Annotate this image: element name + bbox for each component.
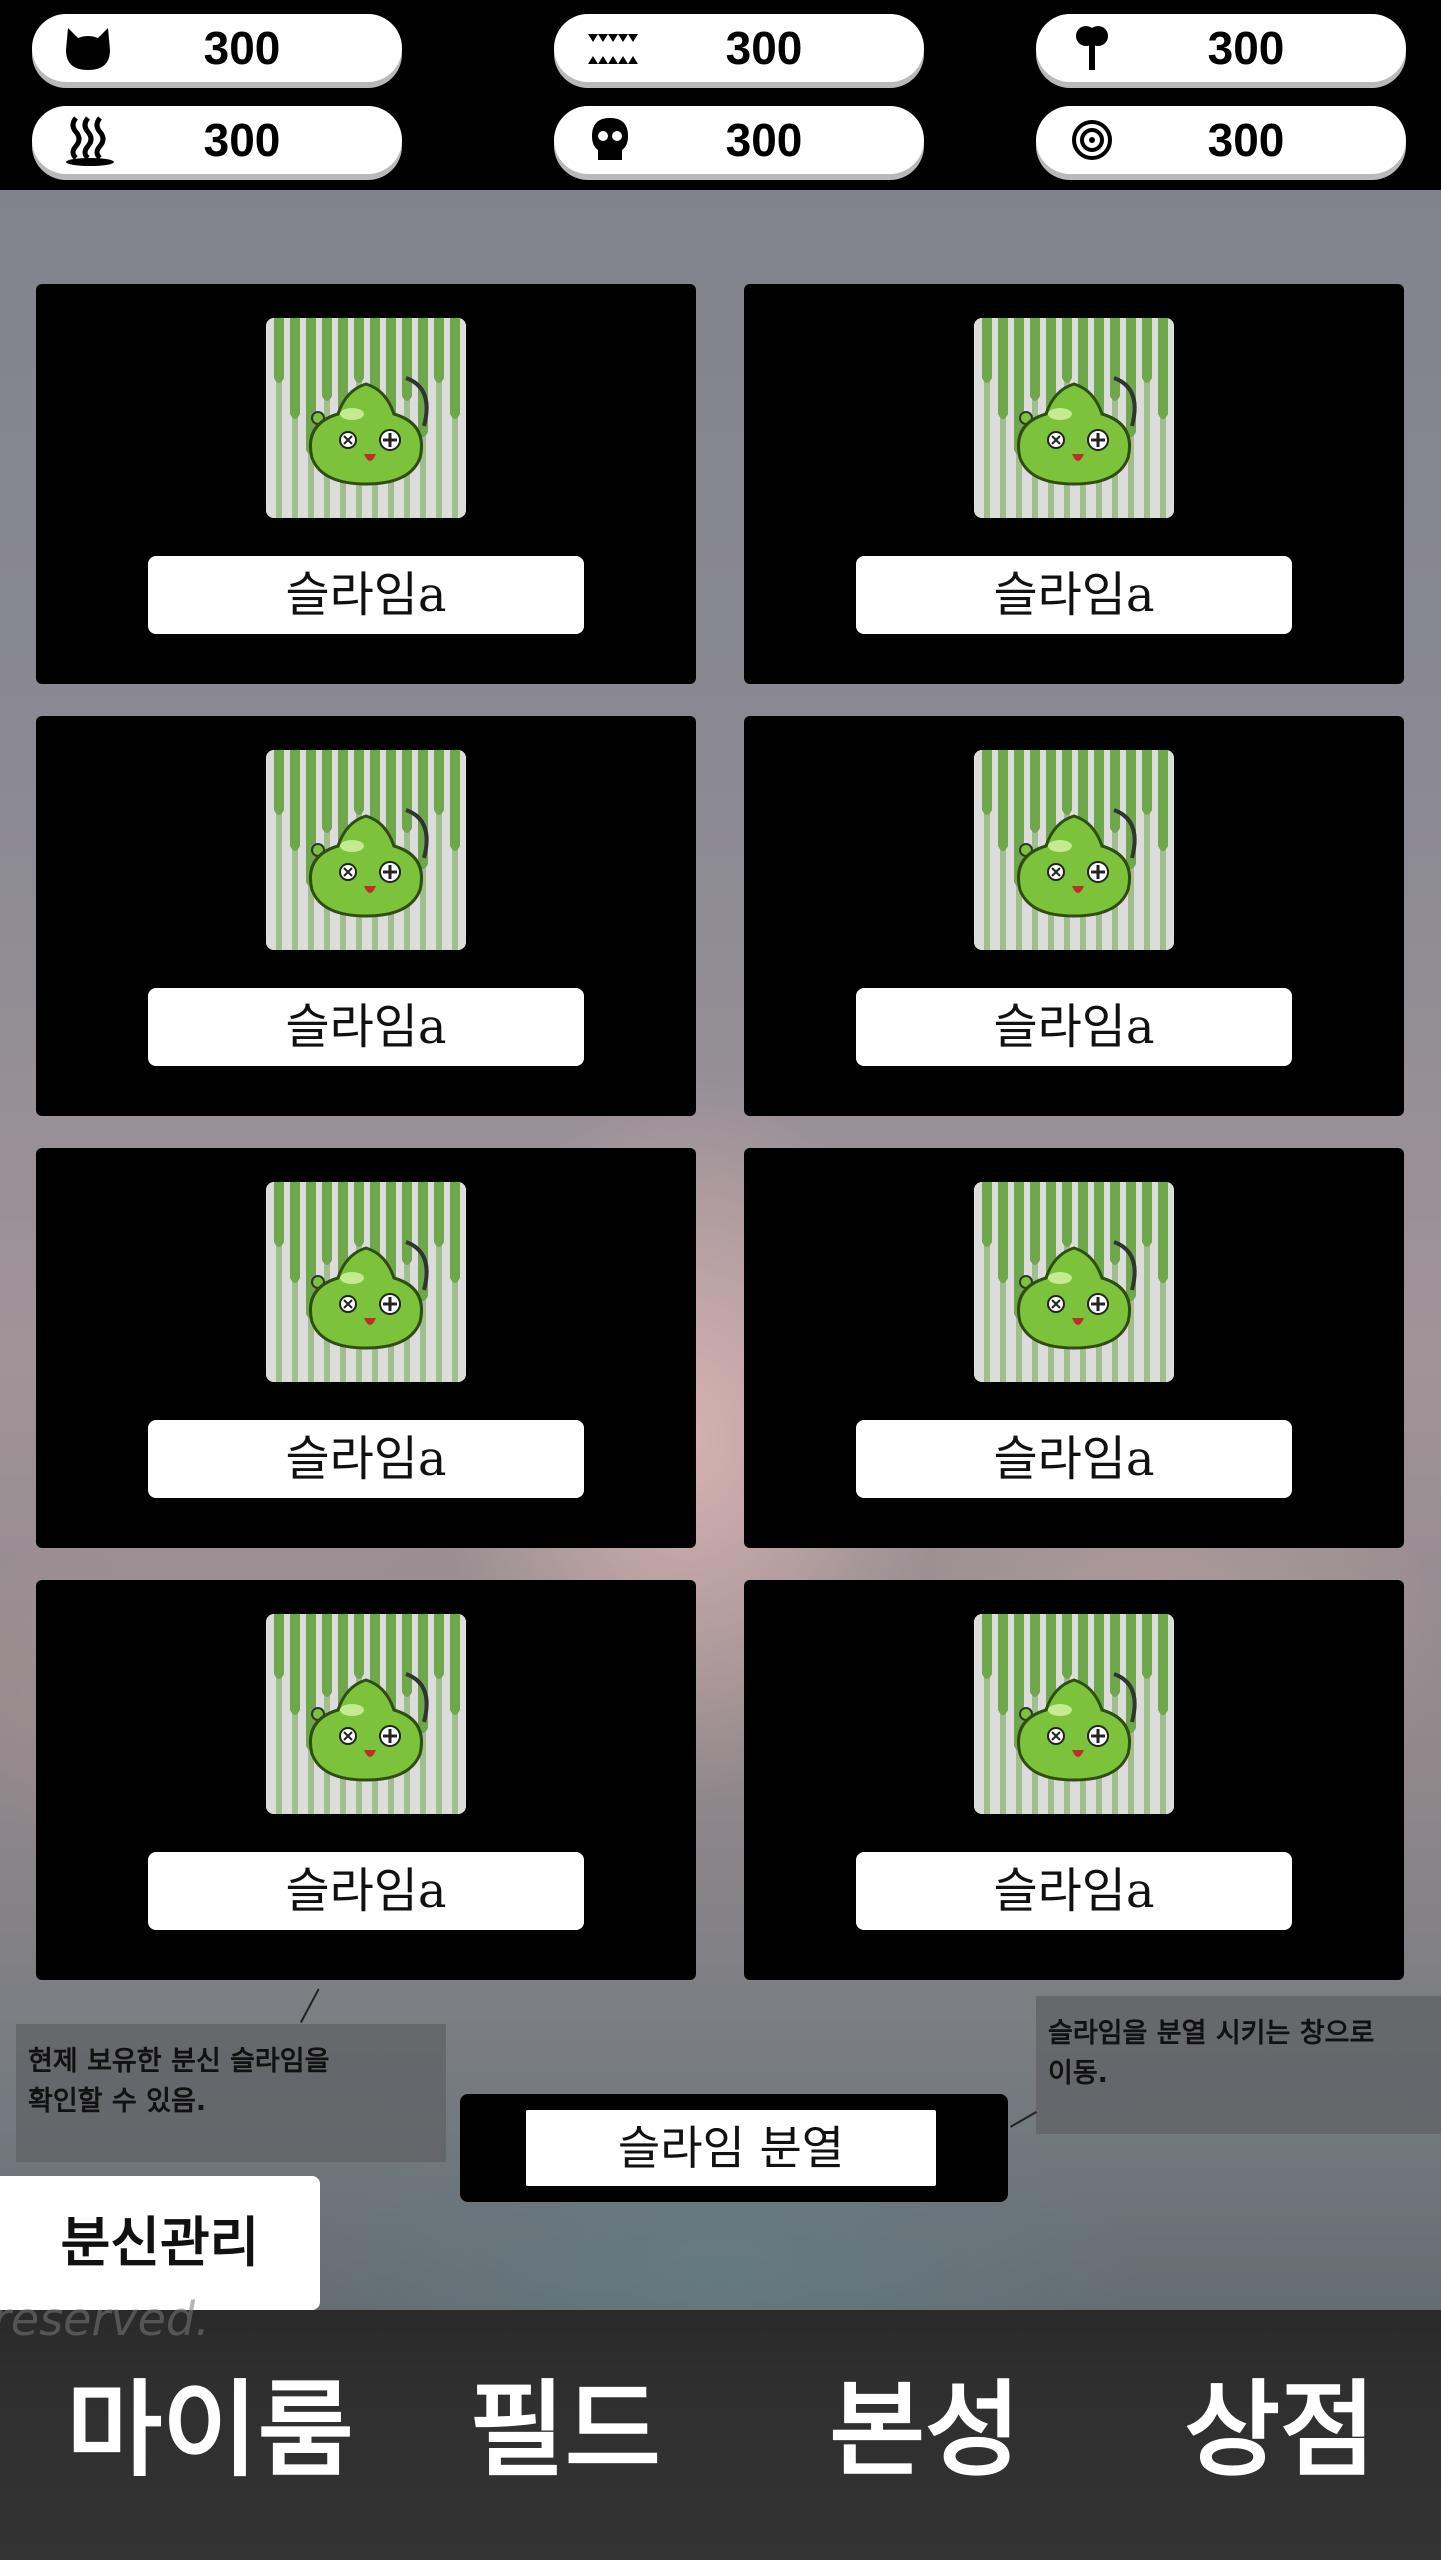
clone-name-button[interactable]: 슬라임a	[856, 1852, 1292, 1930]
steam-icon	[58, 114, 118, 166]
resource-counter-steam: 300	[32, 106, 402, 174]
resource-counter-skull: 300	[554, 106, 924, 174]
nav-myroom-button[interactable]: 마이룸	[60, 2365, 360, 2495]
clone-card[interactable]: 슬라임a	[36, 716, 696, 1116]
resource-value: 300	[1207, 22, 1285, 74]
skull-icon	[580, 114, 640, 166]
clone-card[interactable]: 슬라임a	[36, 284, 696, 684]
resource-value: 300	[203, 114, 281, 166]
clone-card[interactable]: 슬라임a	[36, 1148, 696, 1548]
clone-card[interactable]: 슬라임a	[744, 716, 1404, 1116]
clone-list-tooltip: 현제 보유한 분신 슬라임을 확인할 수 있음.	[16, 2024, 446, 2162]
slime-portrait-image	[266, 318, 466, 518]
clone-name-button[interactable]: 슬라임a	[856, 1420, 1292, 1498]
clone-name-button[interactable]: 슬라임a	[856, 556, 1292, 634]
nav-base-button[interactable]: 본성	[815, 2365, 1035, 2495]
slime-portrait-image	[974, 318, 1174, 518]
clone-card[interactable]: 슬라임a	[744, 284, 1404, 684]
resource-counter-spikes: 300	[554, 14, 924, 82]
resource-value: 300	[725, 22, 803, 74]
clone-name-button[interactable]: 슬라임a	[148, 1852, 584, 1930]
slime-split-button[interactable]: 슬라임 분열	[526, 2110, 936, 2186]
clone-manage-tab[interactable]: 분신관리	[0, 2176, 320, 2310]
slime-portrait-image	[974, 1614, 1174, 1814]
resource-value: 300	[203, 22, 281, 74]
spike-teeth-icon	[580, 22, 640, 74]
clone-name-button[interactable]: 슬라임a	[856, 988, 1292, 1066]
clone-name-button[interactable]: 슬라임a	[148, 1420, 584, 1498]
resource-value: 300	[725, 114, 803, 166]
clone-name-button[interactable]: 슬라임a	[148, 556, 584, 634]
nav-field-button[interactable]: 필드	[455, 2365, 675, 2495]
clone-card[interactable]: 슬라임a	[744, 1148, 1404, 1548]
slime-portrait-image	[266, 750, 466, 950]
clone-card[interactable]: 슬라임a	[744, 1580, 1404, 1980]
resource-counter-cat: 300	[32, 14, 402, 82]
slime-portrait-image	[266, 1614, 466, 1814]
resource-counter-tree: 300	[1036, 14, 1406, 82]
resource-counter-target: 300	[1036, 106, 1406, 174]
watermark-text: reserved.	[0, 2292, 210, 2346]
target-icon	[1062, 114, 1122, 166]
slime-portrait-image	[974, 750, 1174, 950]
clone-card[interactable]: 슬라임a	[36, 1580, 696, 1980]
resource-value: 300	[1207, 114, 1285, 166]
split-button-panel: 슬라임 분열	[460, 2094, 1008, 2202]
nav-shop-button[interactable]: 상점	[1170, 2365, 1390, 2495]
slime-portrait-image	[974, 1182, 1174, 1382]
cat-face-icon	[58, 22, 118, 74]
resource-bar: 300 300 300 300 300 300	[0, 0, 1441, 190]
clone-name-button[interactable]: 슬라임a	[148, 988, 584, 1066]
tree-icon	[1062, 22, 1122, 74]
slime-portrait-image	[266, 1182, 466, 1382]
split-tooltip: 슬라임을 분열 시키는 창으로 이동.	[1036, 1996, 1441, 2134]
